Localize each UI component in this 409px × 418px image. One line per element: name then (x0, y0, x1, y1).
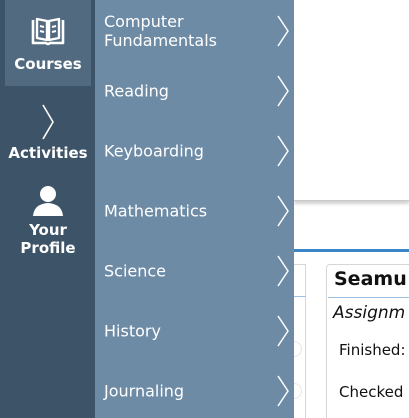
submenu-item-journaling[interactable]: Journaling (95, 361, 294, 418)
chevron-right-icon (277, 15, 289, 47)
chevron-right-icon (277, 315, 289, 347)
submenu-item-label: History (104, 321, 161, 341)
chevron-right-icon (5, 104, 91, 144)
chevron-right-icon (277, 135, 289, 167)
sidebar: Courses Activities Your Profile (0, 0, 95, 418)
card-checked-label: Checked (339, 383, 404, 401)
sidebar-item-label: Your Profile (20, 221, 76, 257)
courses-submenu: Computer Fundamentals Reading Keyboardin… (95, 0, 294, 418)
card-subtitle: Assignm (333, 303, 406, 323)
card-title: Seamu (334, 268, 407, 290)
content-top-panel (294, 0, 409, 201)
card-divider (294, 296, 306, 297)
submenu-item-label: Keyboarding (104, 141, 204, 161)
user-icon (5, 183, 91, 221)
submenu-item-label: Journaling (104, 381, 185, 401)
submenu-item-keyboarding[interactable]: Keyboarding (95, 121, 294, 181)
sidebar-item-courses[interactable]: Courses (5, 0, 91, 86)
submenu-item-label: Mathematics (104, 201, 208, 221)
book-icon (5, 0, 91, 52)
submenu-item-label: Reading (104, 81, 169, 101)
card-divider (328, 297, 409, 298)
chevron-right-icon (277, 255, 289, 287)
accent-divider (294, 249, 409, 252)
sidebar-item-label: Activities (8, 144, 88, 162)
submenu-item-science[interactable]: Science (95, 241, 294, 301)
submenu-item-history[interactable]: History (95, 301, 294, 361)
submenu-item-reading[interactable]: Reading (95, 61, 294, 121)
chevron-right-icon (277, 75, 289, 107)
chevron-right-icon (277, 195, 289, 227)
card-finished-label: Finished: (339, 341, 406, 359)
submenu-item-mathematics[interactable]: Mathematics (95, 181, 294, 241)
chevron-right-icon (277, 375, 289, 407)
sidebar-item-activities[interactable]: Activities (5, 104, 91, 164)
submenu-item-label: Computer Fundamentals (104, 12, 217, 50)
app-root: Seamu Assignm Finished: Checked Courses (0, 0, 409, 418)
submenu-item-label: Science (104, 261, 167, 281)
submenu-item-computer-fundamentals[interactable]: Computer Fundamentals (95, 1, 294, 61)
sidebar-item-your-profile[interactable]: Your Profile (5, 183, 91, 261)
sidebar-item-label: Courses (14, 55, 82, 73)
